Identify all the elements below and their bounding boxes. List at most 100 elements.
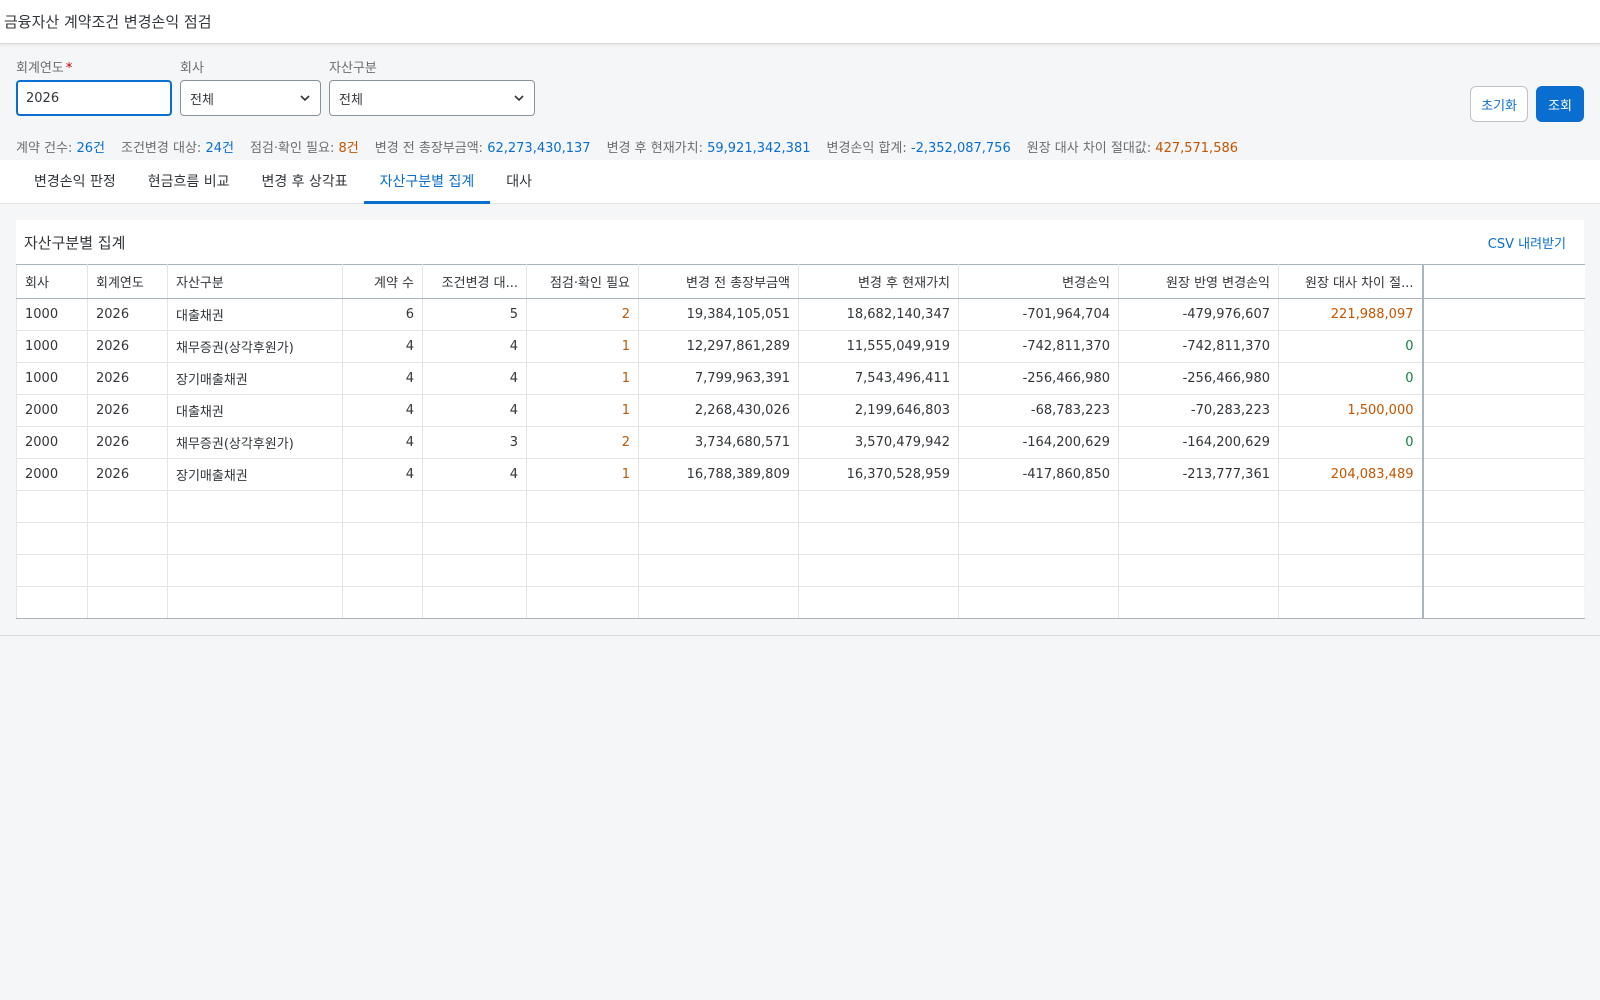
table-cell: 221,988,097 [1278,298,1423,331]
filler-cell [1421,330,1585,363]
table-cell: 2026 [87,298,168,331]
table-cell: 16,788,389,809 [638,458,799,491]
table-cell: -256,466,980 [1118,362,1279,395]
company-label: 회사 [180,61,204,76]
table-cell: 1,500,000 [1278,394,1423,427]
empty-row [16,490,1585,523]
year-label: 회계연도 * [16,61,73,76]
column-header[interactable]: 변경손익 [958,264,1119,299]
empty-cell [422,490,527,523]
table-cell: 16,370,528,959 [798,458,959,491]
empty-row [16,522,1585,555]
table-cell: -701,964,704 [958,298,1119,331]
filter-bar: 회계연도 * 2026 회사 전체 자산구분 전체 [0,44,1600,132]
company-field-group: 회사 전체 [180,60,321,132]
column-header[interactable]: 변경 전 총장부금액 [638,264,799,299]
table-header-row: 회사 회계연도 자산구분 계약 수 조건변경 대... 점검·확인 필요 변경 … [16,264,1585,299]
column-header[interactable]: 자산구분 [167,264,343,299]
table-row[interactable]: 2000 2026 장기매출채권 4 4 1 16,788,389,809 16,370,52… [16,458,1585,491]
table-cell: 6 [342,298,423,331]
table-row[interactable]: 1000 2026 채무증권(상각후원가) 4 4 1 12,297,861,289 11,5… [16,330,1585,363]
table-cell: 1000 [16,330,88,363]
empty-cell [87,554,168,587]
table-cell: 1 [526,394,639,427]
table-cell: -479,976,607 [1118,298,1279,331]
app-header: 금융자산 계약조건 변경손익 점검 [0,0,1600,44]
table-cell: 장기매출채권 [167,362,343,395]
table-cell: -164,200,629 [958,426,1119,459]
company-select[interactable]: 전체 [180,80,321,116]
tab-amortization-schedule[interactable]: 변경 후 상각표 [245,160,363,204]
table-row[interactable]: 1000 2026 대출채권 6 5 2 19,384,105,051 18,682,140,… [16,298,1585,331]
empty-cell [798,490,959,523]
table-row[interactable]: 2000 2026 채무증권(상각후원가) 4 3 2 3,734,680,571 3,570… [16,426,1585,459]
tab-pl-judgement[interactable]: 변경손익 판정 [18,160,132,204]
table-cell: 1 [526,362,639,395]
empty-cell [16,522,88,555]
column-header[interactable]: 회계연도 [87,264,168,299]
table-cell: 4 [342,362,423,395]
empty-cell [638,554,799,587]
tab-reconciliation[interactable]: 대사 [490,160,548,204]
empty-cell [638,522,799,555]
reset-button[interactable]: 초기화 [1470,86,1528,122]
empty-cell [1278,554,1423,587]
table-row[interactable]: 1000 2026 장기매출채권 4 4 1 7,799,963,391 7,543,496,… [16,362,1585,395]
summary-changed-target: 조건변경 대상: 24건 [121,140,234,156]
empty-cell [1118,522,1279,555]
summary-pl-total: 변경손익 합계: -2,352,087,756 [826,140,1011,156]
filler-cell [1421,522,1585,555]
table-cell: -742,811,370 [958,330,1119,363]
empty-cell [638,490,799,523]
table-cell: 7,543,496,411 [798,362,959,395]
summary-contract-count: 계약 건수: 26건 [16,140,106,156]
table-cell: 채무증권(상각후원가) [167,330,343,363]
csv-download-link[interactable]: CSV 내려받기 [1488,233,1566,252]
table-cell: 5 [422,298,527,331]
summary-bar: 계약 건수: 26건 조건변경 대상: 24건 점검·확인 필요: 8건 변경 … [0,132,1600,160]
column-header[interactable]: 조건변경 대... [422,264,527,299]
table-cell: 2,268,430,026 [638,394,799,427]
empty-cell [1278,490,1423,523]
empty-cell [526,586,639,619]
empty-cell [1118,586,1279,619]
table-cell: 19,384,105,051 [638,298,799,331]
tab-asset-type-summary[interactable]: 자산구분별 집계 [363,160,491,204]
column-header[interactable]: 변경 후 현재가치 [798,264,959,299]
column-header[interactable]: 점검·확인 필요 [526,264,639,299]
search-button[interactable]: 조회 [1536,86,1584,122]
table-cell: 204,083,489 [1278,458,1423,491]
table-cell: 2 [526,426,639,459]
asset-type-select[interactable]: 전체 [329,80,535,116]
empty-cell [342,490,423,523]
table-cell: 4 [342,458,423,491]
table-cell: 2026 [87,458,168,491]
table-cell: 2026 [87,394,168,427]
empty-cell [422,586,527,619]
table-cell: 2,199,646,803 [798,394,959,427]
table-cell: 1000 [16,362,88,395]
column-header[interactable]: 원장 반영 변경손익 [1118,264,1279,299]
summary-ledger-diff: 원장 대사 차이 절대값: 427,571,586 [1026,140,1239,156]
filler-column [1421,264,1585,299]
empty-cell [422,522,527,555]
summary-panel: 자산구분별 집계 CSV 내려받기 회사 회계연도 자산구분 계약 수 조건변경… [16,220,1585,619]
column-header[interactable]: 계약 수 [342,264,423,299]
tab-cashflow-compare[interactable]: 현금흐름 비교 [132,160,246,204]
column-header[interactable]: 회사 [16,264,88,299]
column-header[interactable]: 원장 대사 차이 절... [1278,264,1423,299]
table-row[interactable]: 2000 2026 대출채권 4 4 1 2,268,430,026 2,199,646,80… [16,394,1585,427]
empty-cell [958,522,1119,555]
tab-bar: 변경손익 판정 현금흐름 비교 변경 후 상각표 자산구분별 집계 대사 [0,160,1600,204]
empty-cell [16,490,88,523]
table-cell: 18,682,140,347 [798,298,959,331]
filler-cell [1421,394,1585,427]
table-cell: -742,811,370 [1118,330,1279,363]
year-input[interactable]: 2026 [16,80,172,116]
filler-cell [1421,554,1585,587]
empty-row [16,586,1585,619]
empty-cell [16,554,88,587]
empty-cell [798,522,959,555]
summary-table: 회사 회계연도 자산구분 계약 수 조건변경 대... 점검·확인 필요 변경 … [16,264,1585,619]
table-cell: 2026 [87,362,168,395]
